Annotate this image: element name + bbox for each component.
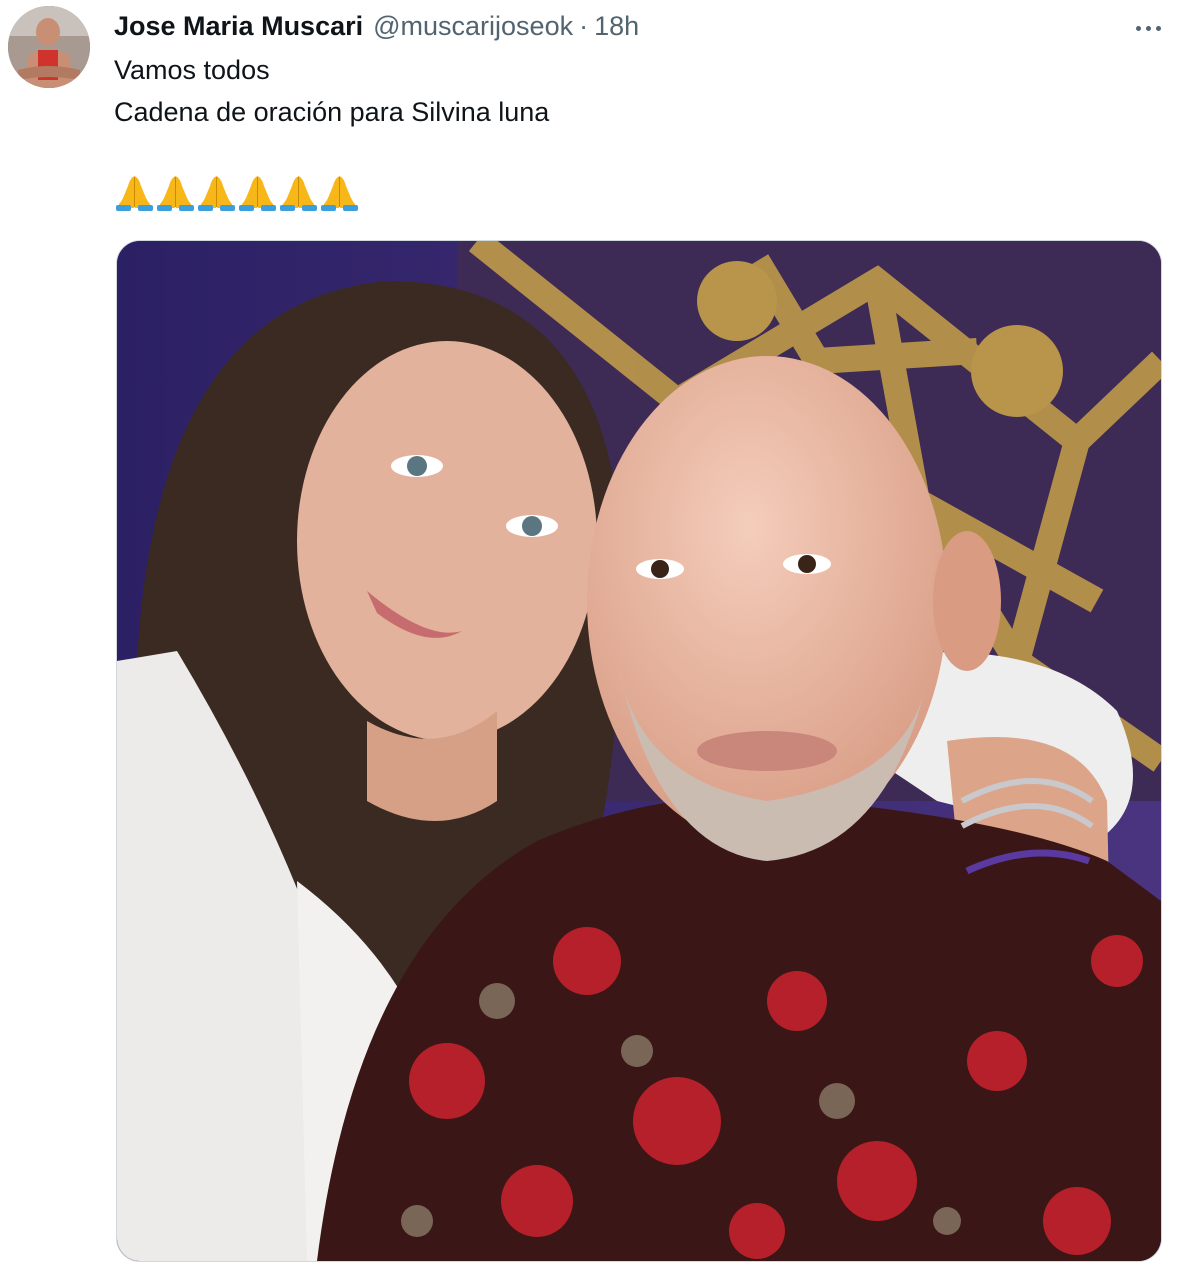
folded-hands-icon [157,176,194,211]
tweet-timestamp[interactable]: 18h [594,8,639,44]
selfie-photo-icon [117,241,1161,1261]
tweet-text-line-1: Vamos todos [114,55,270,85]
tweet-photo[interactable] [116,240,1162,1262]
tweet-card[interactable]: Jose Maria Muscari @muscarijoseok · 18h … [0,0,1200,1277]
user-avatar-icon [8,6,90,88]
more-horizontal-icon[interactable] [1126,10,1170,46]
folded-hands-icon [280,176,317,211]
author-handle[interactable]: @muscarijoseok [373,8,573,44]
folded-hands-icon [198,176,235,211]
folded-hands-icon [116,176,153,211]
emoji-row [114,174,360,212]
tweet-text-line-2: Cadena de oración para Silvina luna [114,97,550,127]
tweet-header: Jose Maria Muscari @muscarijoseok · 18h [114,8,639,44]
folded-hands-icon [321,176,358,211]
author-avatar[interactable] [8,6,90,88]
header-separator: · [579,11,589,41]
folded-hands-icon [239,176,276,211]
author-display-name[interactable]: Jose Maria Muscari [114,8,363,44]
